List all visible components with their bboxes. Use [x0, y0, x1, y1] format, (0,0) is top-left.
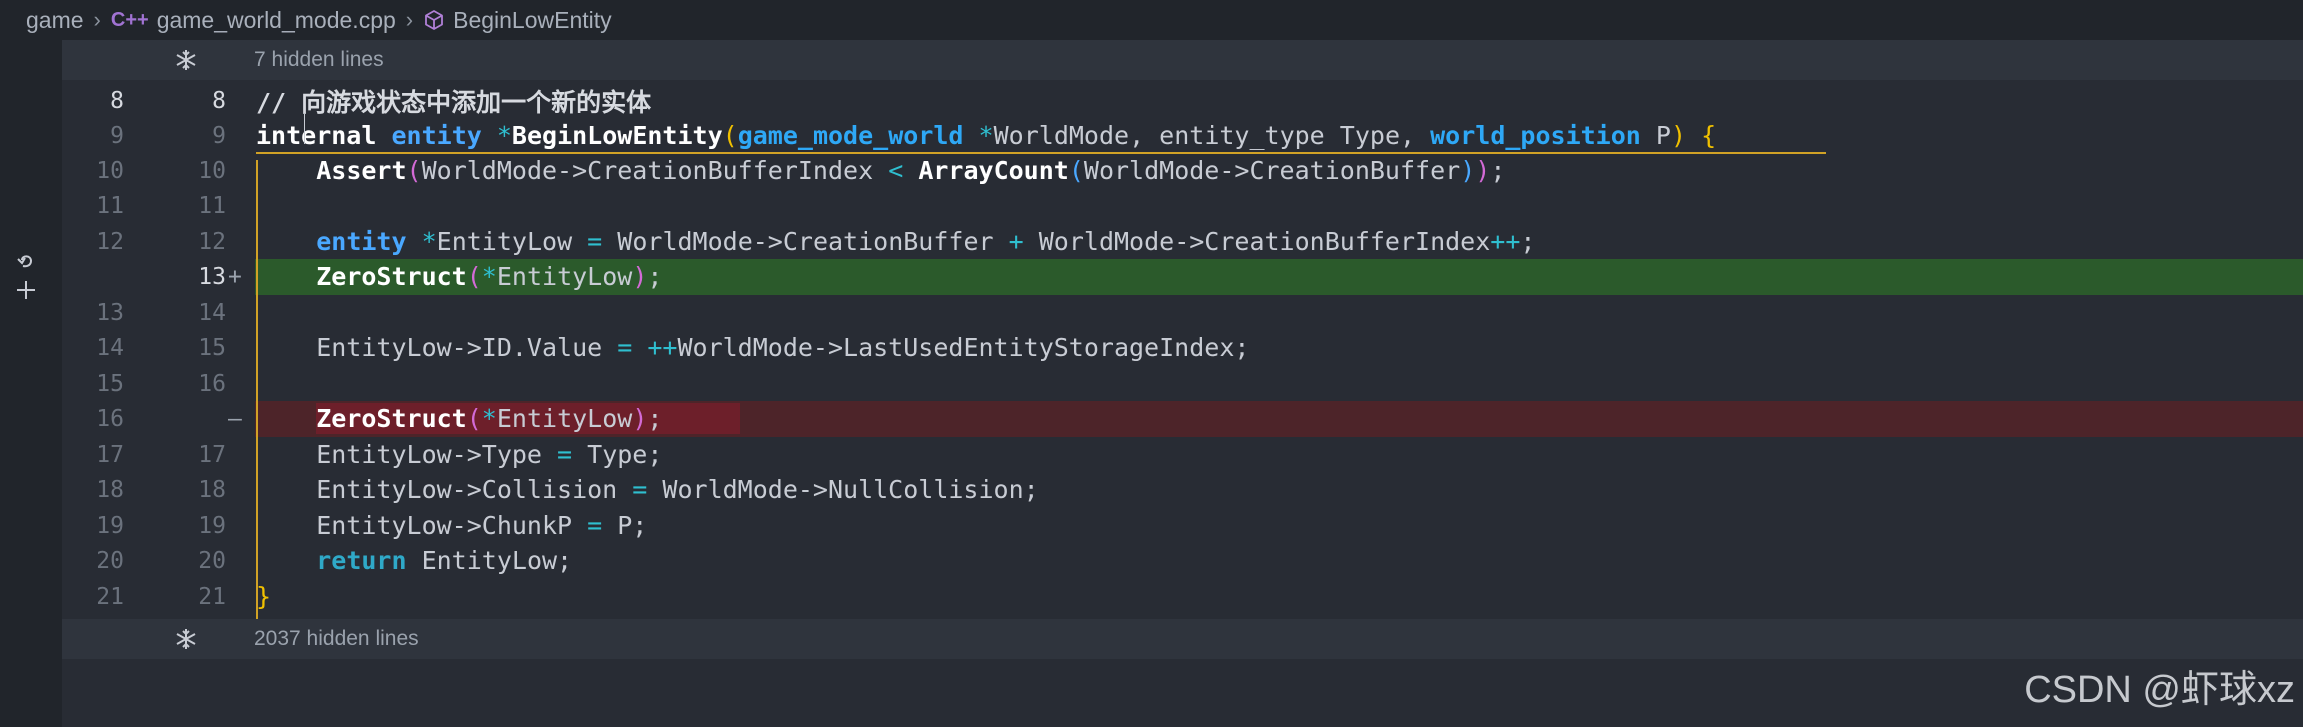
code-line[interactable]: 17 17 EntityLow->Type = Type; [62, 437, 2303, 473]
expand-hidden-icon[interactable] [174, 627, 198, 651]
code-line[interactable]: 19 19 EntityLow->ChunkP = P; [62, 508, 2303, 544]
added-sign: + [228, 263, 242, 290]
line-number-old: 16 [96, 405, 124, 432]
line-number-old: 13 [96, 299, 124, 326]
line-number-old: 12 [96, 228, 124, 255]
code-line[interactable]: 12 12 entity *EntityLow = WorldMode->Cre… [62, 224, 2303, 260]
line-number-old: 17 [96, 441, 124, 468]
line-number-new: 21 [198, 583, 226, 610]
watermark: CSDN @虾球xz [2024, 669, 2295, 711]
code-line[interactable]: 15 16 [62, 366, 2303, 402]
line-number-old: 11 [96, 192, 124, 219]
hidden-lines-count: 7 hidden lines [254, 48, 384, 71]
line-number-new: 12 [198, 228, 226, 255]
code-line-removed[interactable]: 16 — ZeroStruct(*EntityLow); [62, 401, 2303, 437]
revert-change-icon[interactable] [12, 248, 40, 276]
code-line[interactable]: 21 21 } [62, 579, 2303, 615]
code-text: EntityLow->Type = Type; [256, 440, 663, 470]
code-text: EntityLow->ChunkP = P; [256, 511, 648, 541]
line-number-new: 18 [198, 476, 226, 503]
code-line-added[interactable]: 13 + ZeroStruct(*EntityLow); [62, 259, 2303, 295]
stage-change-icon[interactable] [12, 276, 40, 304]
breadcrumb-item-file[interactable]: game_world_mode.cpp [157, 7, 396, 34]
symbol-cube-icon [423, 9, 445, 31]
code-line[interactable]: 14 15 EntityLow->ID.Value = ++WorldMode-… [62, 330, 2303, 366]
line-number-old: 21 [96, 583, 124, 610]
breadcrumb-item-folder[interactable]: game [26, 7, 84, 34]
removed-sign: — [228, 405, 242, 432]
code-line[interactable]: 18 18 EntityLow->Collision = WorldMode->… [62, 472, 2303, 508]
breadcrumb: game › C++ game_world_mode.cpp › BeginLo… [0, 0, 2303, 40]
line-number-new: 11 [198, 192, 226, 219]
code-line[interactable]: 9 9 internal entity *BeginLowEntity(game… [62, 118, 2303, 154]
code-text: entity *EntityLow = WorldMode->CreationB… [316, 227, 1536, 257]
code-text: } [256, 582, 272, 612]
code-text: ZeroStruct(*EntityLow); [316, 262, 663, 292]
hidden-lines-count: 2037 hidden lines [254, 627, 419, 650]
line-number-new: 9 [212, 122, 226, 149]
line-number-new: 8 [212, 87, 226, 114]
line-number-new: 10 [198, 157, 226, 184]
hidden-lines-bottom[interactable]: 2037 hidden lines [62, 619, 2303, 659]
code-line[interactable]: 13 14 [62, 295, 2303, 331]
line-number-old: 10 [96, 157, 124, 184]
breadcrumb-item-symbol[interactable]: BeginLowEntity [453, 7, 612, 34]
line-number-old: 9 [110, 122, 124, 149]
code-comment: // 向游戏状态中添加一个新的实体 [256, 87, 652, 117]
line-number-new: 15 [198, 334, 226, 361]
code-line[interactable]: 8 8 // 向游戏状态中添加一个新的实体 [62, 83, 2303, 119]
code-line[interactable]: 11 11 [62, 188, 2303, 224]
code-line[interactable]: 10 10 Assert(WorldMode->CreationBufferIn… [62, 153, 2303, 189]
diff-editor[interactable]: 7 hidden lines 8 8 // 向游戏状态中添加一个新的实体 9 9… [62, 40, 2303, 727]
cpp-file-icon: C++ [110, 8, 149, 31]
expand-hidden-icon[interactable] [174, 48, 198, 72]
line-number-old: 15 [96, 370, 124, 397]
line-number-old: 14 [96, 334, 124, 361]
line-number-old: 8 [110, 87, 124, 114]
scope-guide-line [256, 160, 258, 630]
line-number-new: 13 [198, 263, 226, 290]
chevron-right-icon: › [93, 7, 101, 32]
chevron-right-icon: › [405, 7, 414, 32]
code-line[interactable]: 20 20 return EntityLow; [62, 543, 2303, 579]
code-text: return EntityLow; [316, 546, 573, 576]
diff-action-gutter [0, 40, 62, 727]
code-text: EntityLow->Collision = WorldMode->NullCo… [256, 475, 1039, 505]
code-text: ZeroStruct(*EntityLow); [316, 404, 663, 434]
line-number-old: 19 [96, 512, 124, 539]
line-number-new: 19 [198, 512, 226, 539]
hidden-lines-top[interactable]: 7 hidden lines [62, 40, 2303, 80]
line-number-new: 16 [198, 370, 226, 397]
line-number-new: 17 [198, 441, 226, 468]
line-number-new: 20 [198, 547, 226, 574]
line-number-old: 20 [96, 547, 124, 574]
line-number-new: 14 [198, 299, 226, 326]
line-number-old: 18 [96, 476, 124, 503]
signature-underline [256, 152, 1826, 154]
code-text: Assert(WorldMode->CreationBufferIndex < … [316, 156, 1506, 186]
code-text: EntityLow->ID.Value = ++WorldMode->LastU… [256, 333, 1250, 363]
code-text: internal entity *BeginLowEntity(game_mod… [256, 121, 1717, 151]
text-cursor [304, 114, 305, 144]
